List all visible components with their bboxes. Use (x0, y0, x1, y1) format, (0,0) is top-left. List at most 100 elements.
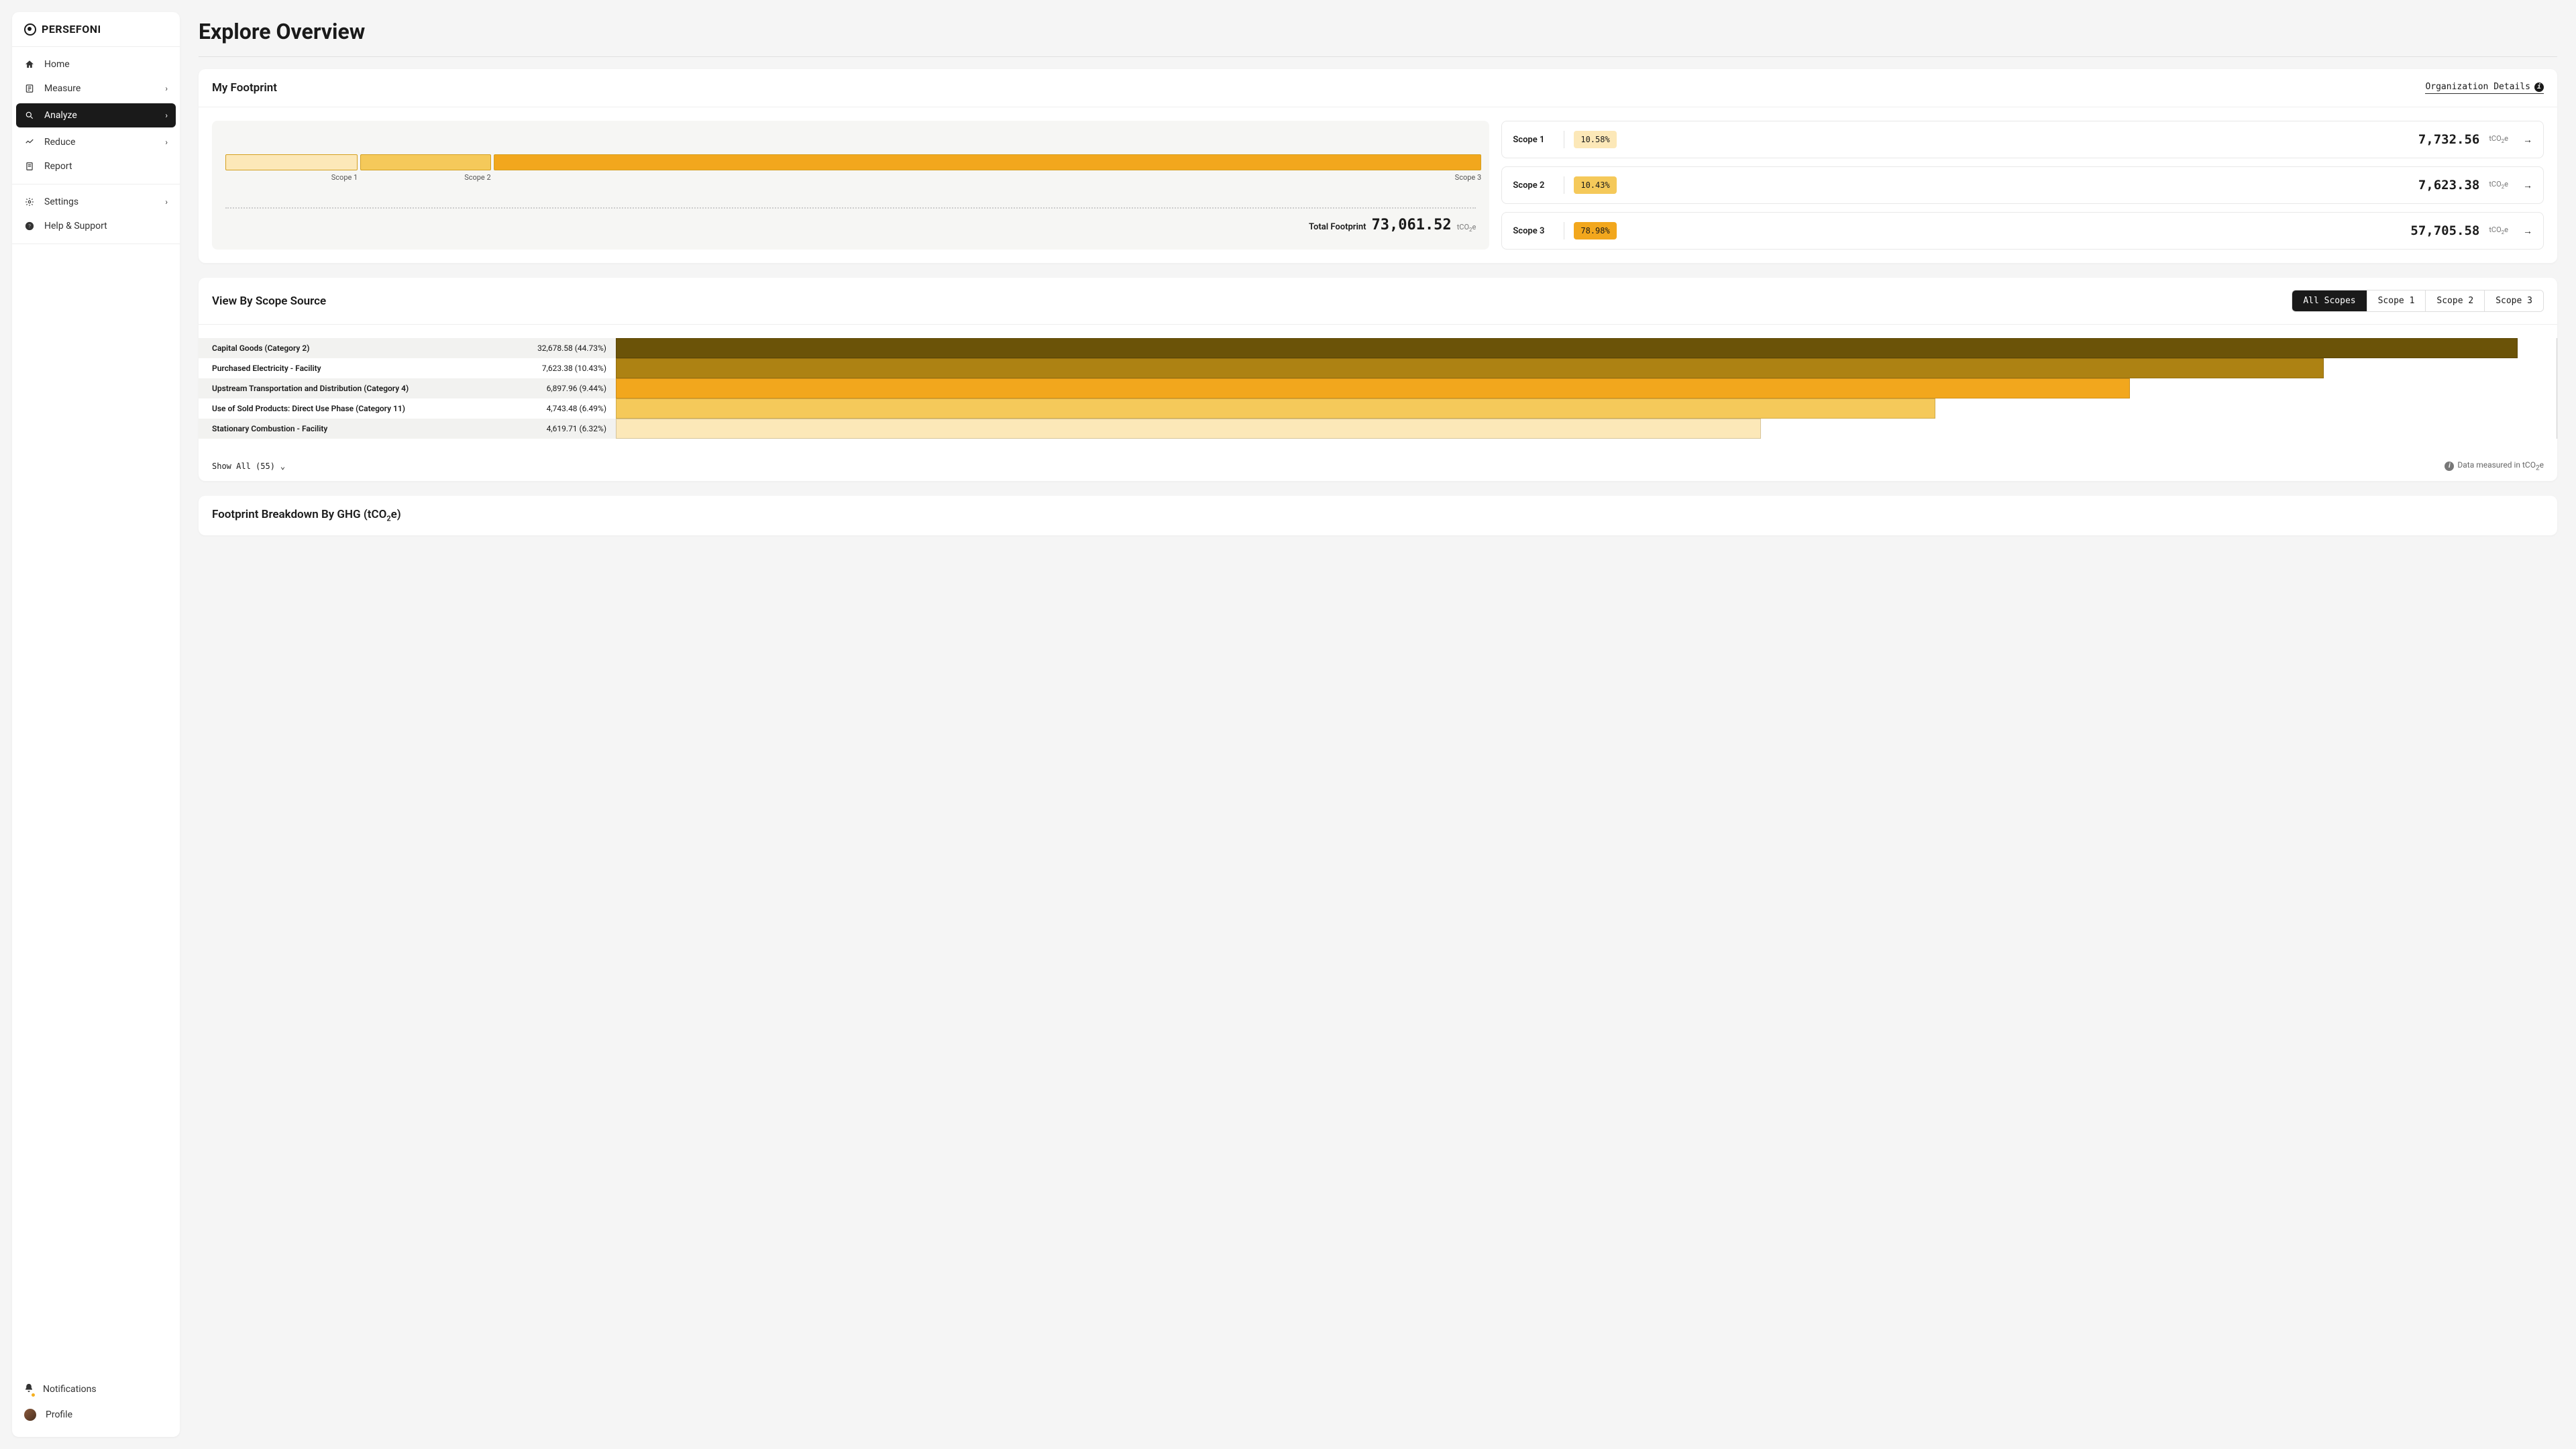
avatar-icon (24, 1409, 36, 1421)
source-bar (616, 358, 2324, 378)
nav-item-home[interactable]: Home (16, 52, 176, 76)
scope-bar-2 (360, 154, 490, 170)
source-row-left: Upstream Transportation and Distribution… (199, 378, 616, 398)
scope-row-unit: tCO2e (2489, 180, 2508, 190)
main: Explore Overview My Footprint Organizati… (180, 0, 2576, 1449)
nav-label: Analyze (44, 110, 77, 121)
tab-all-scopes[interactable]: All Scopes (2292, 290, 2366, 311)
scope-bar-label-2: Scope 2 (360, 173, 490, 182)
source-value: 7,623.38 (10.43%) (542, 364, 606, 373)
nav-item-settings[interactable]: Settings › (16, 190, 176, 214)
source-row-left: Stationary Combustion - Facility4,619.71… (199, 419, 616, 439)
chevron-right-icon: › (165, 138, 168, 147)
nav-label: Measure (44, 83, 80, 94)
scope-tabs: All ScopesScope 1Scope 2Scope 3 (2292, 290, 2544, 312)
footprint-total-row: Total Footprint 73,061.52 tCO2e (225, 207, 1476, 233)
source-bar (616, 338, 2518, 358)
org-link-label: Organization Details (2425, 82, 2530, 92)
source-bar (616, 378, 2130, 398)
organization-details-link[interactable]: Organization Details i (2425, 82, 2544, 94)
nav-label: Home (44, 59, 70, 70)
info-icon: i (2534, 83, 2544, 92)
bell-icon (24, 1383, 34, 1395)
my-footprint-card: My Footprint Organization Details i Scop… (199, 69, 2557, 263)
scope-row-name: Scope 3 (1513, 226, 1554, 236)
my-footprint-title: My Footprint (212, 81, 277, 95)
nav-label: Help & Support (44, 221, 107, 231)
scope-source-footer: Show All (55) ⌄ i Data measured in tCO2e (199, 451, 2557, 481)
tab-scope-1[interactable]: Scope 1 (2367, 290, 2426, 311)
scope-source-header: View By Scope Source All ScopesScope 1Sc… (199, 278, 2557, 325)
scope-rows: Scope 110.58%7,732.56tCO2e→ Scope 2 10.43%… (1501, 121, 2544, 250)
reduce-icon (24, 137, 35, 148)
source-bar (616, 419, 1761, 439)
source-label: Use of Sold Products: Direct Use Phase (… (212, 404, 405, 413)
scope-row-pct: 10.43% (1574, 176, 1616, 194)
source-row: Stationary Combustion - Facility4,619.71… (199, 419, 2557, 439)
chevron-right-icon: › (165, 197, 168, 207)
profile-link[interactable]: Profile (16, 1402, 176, 1428)
footprint-body: Scope 1Scope 2Scope 3 Total Footprint 73… (199, 107, 2557, 263)
source-row-left: Use of Sold Products: Direct Use Phase (… (199, 398, 616, 419)
source-row: Use of Sold Products: Direct Use Phase (… (199, 398, 2557, 419)
source-row-right (616, 338, 2557, 358)
home-icon (24, 59, 35, 70)
profile-label: Profile (46, 1409, 72, 1420)
ghg-card: Footprint Breakdown By GHG (tCO2e) (199, 496, 2557, 535)
tab-scope-3[interactable]: Scope 3 (2484, 290, 2543, 311)
scope-row-value: 57,705.58 (2410, 223, 2479, 238)
ghg-title: Footprint Breakdown By GHG (tCO2e) (199, 496, 2557, 535)
scope-bar-labels: Scope 1Scope 2Scope 3 (225, 173, 1476, 182)
source-value: 4,619.71 (6.32%) (547, 424, 606, 433)
arrow-right-icon: → (2523, 180, 2532, 191)
source-value: 4,743.48 (6.49%) (547, 404, 606, 413)
arrow-right-icon: → (2523, 225, 2532, 237)
scope-bar-label-3: Scope 3 (494, 173, 1481, 182)
source-row-right (616, 419, 2557, 439)
scope-row-unit: tCO2e (2489, 134, 2508, 144)
show-all-button[interactable]: Show All (55) ⌄ (212, 462, 285, 471)
source-bar (616, 398, 1935, 419)
notifications-link[interactable]: Notifications (16, 1377, 176, 1402)
nav-item-analyze[interactable]: Analyze› (16, 103, 176, 127)
source-row-right (616, 398, 2557, 419)
source-value: 32,678.58 (44.73%) (537, 343, 606, 353)
source-label: Purchased Electricity - Facility (212, 364, 321, 373)
total-unit: tCO2e (1457, 223, 1477, 233)
nav-label: Report (44, 161, 72, 172)
scope-row-2[interactable]: Scope 2 10.43% 7,623.38 tCO2e → (1501, 166, 2544, 204)
nav-item-help-support[interactable]: ?Help & Support (16, 214, 176, 238)
nav-label: Reduce (44, 137, 75, 148)
show-all-label: Show All (55) (212, 462, 275, 471)
source-row-right (616, 358, 2557, 378)
scope-row-1[interactable]: Scope 110.58%7,732.56tCO2e→ (1501, 121, 2544, 158)
source-row: Upstream Transportation and Distribution… (199, 378, 2557, 398)
source-label: Capital Goods (Category 2) (212, 343, 309, 353)
tab-scope-2[interactable]: Scope 2 (2425, 290, 2484, 311)
report-icon (24, 161, 35, 172)
nav-primary: Home Measure › Analyze› Reduce › Report (12, 47, 180, 184)
page-title: Explore Overview (199, 19, 2557, 44)
brand-logo: PERSEFONI (12, 12, 180, 47)
nav-item-measure[interactable]: Measure › (16, 76, 176, 101)
scope-source-list: Capital Goods (Category 2) 32,678.58 (44.… (199, 325, 2557, 451)
source-row-right (616, 378, 2557, 398)
measured-note: i Data measured in tCO2e (2445, 460, 2544, 472)
settings-icon (24, 197, 35, 207)
source-row: Purchased Electricity - Facility 7,623.38… (199, 358, 2557, 378)
nav-label: Settings (44, 197, 78, 207)
source-row: Capital Goods (Category 2) 32,678.58 (44.… (199, 338, 2557, 358)
scope-row-pct: 78.98% (1574, 222, 1616, 239)
nav-item-report[interactable]: Report (16, 154, 176, 178)
notifications-label: Notifications (43, 1384, 97, 1395)
sidebar-bottom: Notifications Profile (12, 1370, 180, 1437)
scope-row-name: Scope 2 (1513, 180, 1554, 191)
source-row-left: Purchased Electricity - Facility 7,623.38… (199, 358, 616, 378)
source-value: 6,897.96 (9.44%) (547, 384, 606, 393)
scope-row-name: Scope 1 (1513, 135, 1554, 145)
scope-row-3[interactable]: Scope 378.98%57,705.58tCO2e→ (1501, 212, 2544, 250)
nav-item-reduce[interactable]: Reduce › (16, 130, 176, 154)
scope-bar-label-1: Scope 1 (225, 173, 358, 182)
scope-row-value: 7,623.38 (2418, 178, 2480, 193)
chevron-right-icon: › (165, 84, 168, 93)
